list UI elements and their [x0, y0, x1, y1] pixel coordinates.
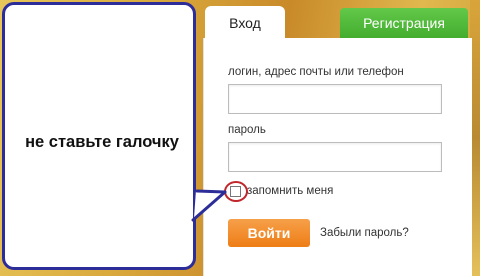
tab-register[interactable]: Регистрация: [340, 8, 468, 38]
login-button[interactable]: Войти: [228, 219, 310, 247]
login-field-label: логин, адрес почты или телефон: [228, 66, 404, 78]
forgot-password-link[interactable]: Забыли пароль?: [320, 227, 409, 239]
password-input[interactable]: [228, 142, 442, 172]
login-input[interactable]: [228, 84, 442, 114]
callout-pointer: [191, 189, 227, 222]
remember-label[interactable]: запомнить меня: [247, 185, 333, 197]
password-field-label: пароль: [228, 124, 266, 136]
callout-bubble: не ставьте галочку: [2, 2, 196, 270]
callout-text: не ставьте галочку: [25, 133, 179, 151]
tab-login[interactable]: Вход: [205, 6, 285, 40]
